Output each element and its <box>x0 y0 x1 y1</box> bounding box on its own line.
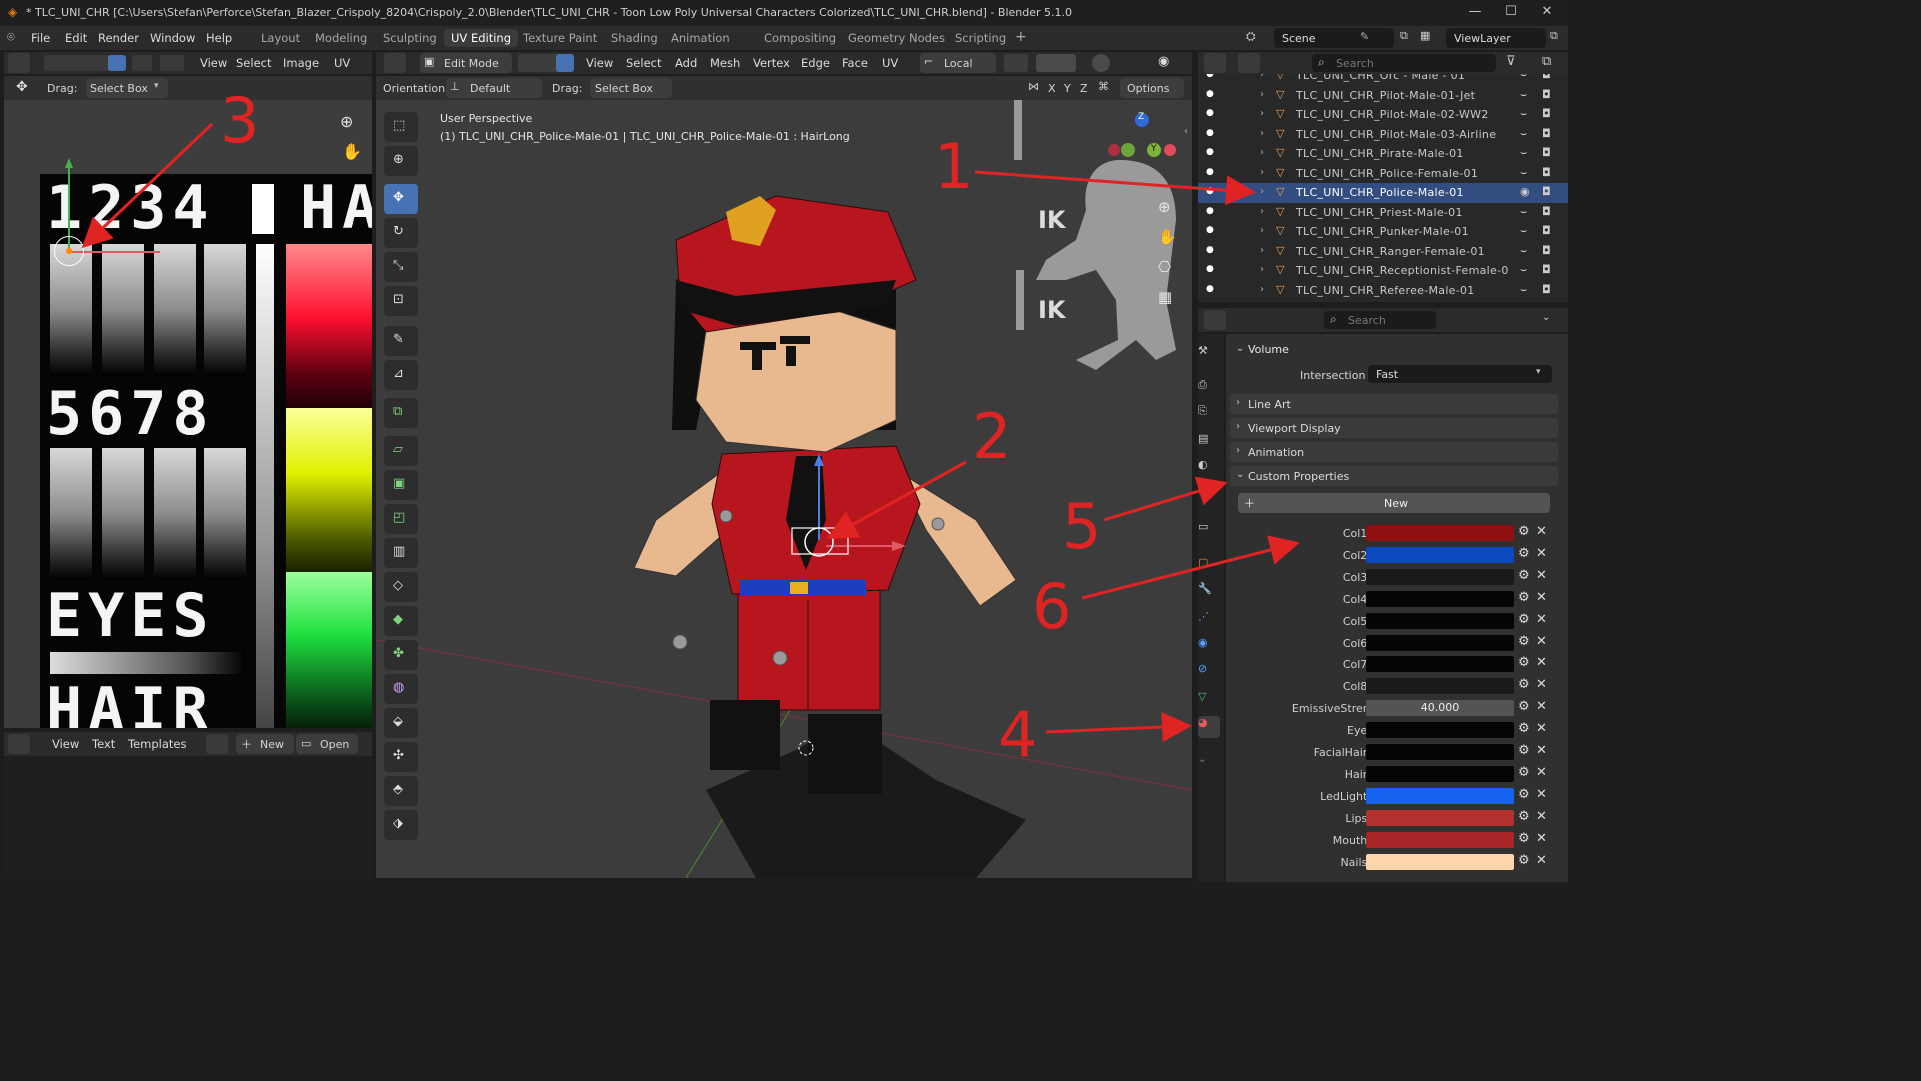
annotation-label-1: 1 <box>934 130 974 203</box>
annotation-label-3: 3 <box>220 84 260 157</box>
annotation-arrow-6 <box>1081 535 1300 600</box>
annotation-arrow-1 <box>974 170 1256 206</box>
annotation-arrow-2 <box>826 460 967 539</box>
annotation-arrow-5 <box>1103 476 1228 522</box>
annotation-label-6: 6 <box>1032 570 1072 643</box>
annotation-arrow-4 <box>1045 712 1192 743</box>
annotation-label-2: 2 <box>972 400 1012 473</box>
annotation-arrow-3 <box>81 122 214 249</box>
annotation-label-5: 5 <box>1062 490 1102 563</box>
annotation-label-4: 4 <box>998 698 1038 771</box>
